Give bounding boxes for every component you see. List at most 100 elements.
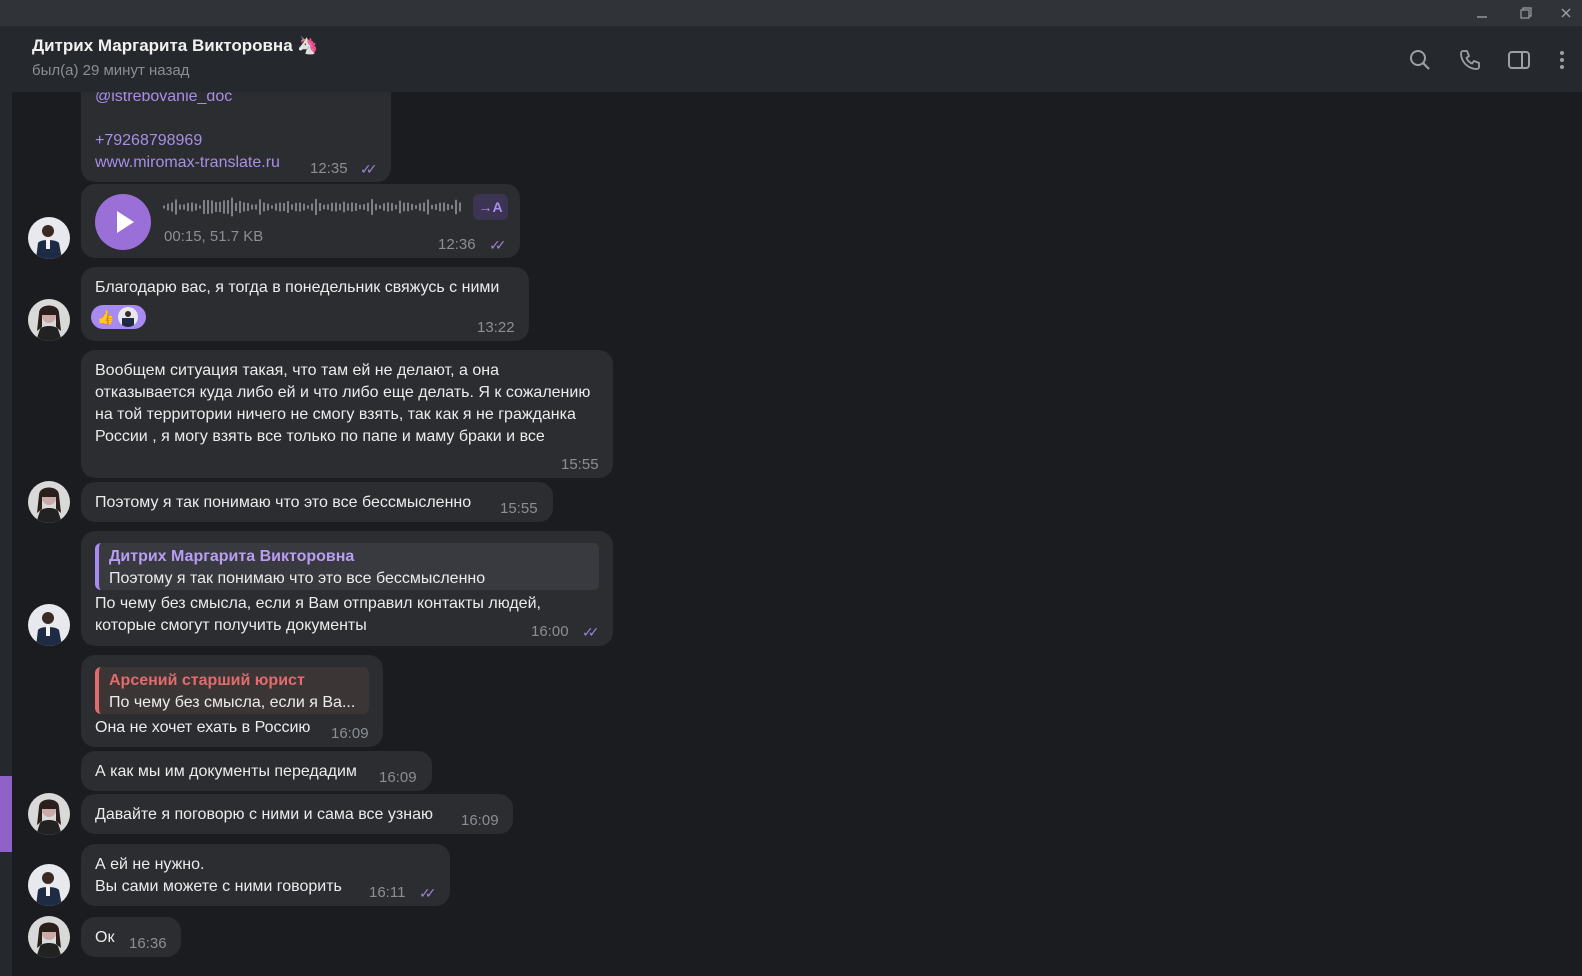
message-contacts[interactable]: @istrebovanie_doc +79268798969 www.mirom… (81, 92, 391, 182)
play-button[interactable] (95, 194, 151, 250)
waveform-bar (395, 204, 397, 210)
window-titlebar (0, 0, 1582, 26)
waveform-bar (259, 199, 261, 215)
waveform-bar (403, 202, 405, 212)
voice-duration: 00:15, 51.7 KB (164, 228, 264, 245)
waveform-bar (191, 202, 193, 212)
avatar-contact[interactable] (28, 299, 70, 341)
waveform-bar (307, 205, 309, 209)
sidebar-active-indicator (0, 776, 12, 852)
waveform-bar (411, 203, 413, 211)
waveform-bar (171, 202, 173, 212)
message-voice[interactable]: 00:15, 51.7 KB →A 12:36 ✓✓ (81, 184, 520, 258)
waveform-bar (347, 203, 349, 211)
quote-text: По чему без смысла, если я Ва... (109, 694, 356, 711)
waveform-bar (203, 200, 205, 214)
message-time: 16:36 (129, 935, 167, 952)
waveform-bar (275, 203, 277, 211)
chat-title-text: Дитрих Маргарита Викторовна (32, 36, 293, 55)
message-incoming[interactable]: Поэтому я так понимаю что это все бессмы… (81, 482, 553, 522)
waveform-bar (163, 205, 165, 209)
waveform-bar (271, 205, 273, 209)
waveform-bar (251, 204, 253, 210)
waveform-bar (263, 202, 265, 212)
waveform-bar (231, 197, 233, 217)
transcribe-button[interactable]: →A (473, 194, 508, 220)
read-ticks-icon: ✓✓ (489, 237, 507, 253)
waveform-bar (195, 203, 197, 211)
waveform-bar (431, 204, 433, 210)
read-ticks-icon: ✓✓ (360, 161, 378, 177)
chat-status: был(а) 29 минут назад (32, 62, 190, 79)
avatar-contact[interactable] (28, 916, 70, 958)
avatar-woman-icon (28, 299, 70, 341)
avatar-sender[interactable] (28, 864, 70, 906)
message-time: 12:35 (310, 160, 348, 177)
waveform-bar (335, 202, 337, 212)
sidebar-toggle-icon[interactable] (1507, 48, 1531, 72)
waveform-bar (355, 203, 357, 211)
waveform-bar (399, 200, 401, 214)
waveform-bar (423, 202, 425, 212)
waveform-bar (339, 203, 341, 211)
waveform-bar (299, 202, 301, 212)
message-time: 16:09 (461, 812, 499, 829)
handle-link[interactable]: @istrebovanie_doc (95, 92, 232, 108)
reply-quote[interactable]: Дитрих Маргарита Викторовна Поэтому я та… (95, 543, 599, 590)
reply-quote[interactable]: Арсений старший юрист По чему без смысла… (95, 667, 369, 714)
waveform-bar (283, 202, 285, 212)
waveform-bar (363, 204, 365, 210)
waveform-bar (383, 203, 385, 211)
avatar-contact[interactable] (28, 481, 70, 523)
waveform-bar (279, 202, 281, 212)
message-outgoing-reply[interactable]: Дитрих Маргарита Викторовна Поэтому я та… (81, 531, 613, 646)
phone-icon[interactable] (1458, 48, 1482, 72)
waveform-bar (435, 204, 437, 210)
waveform-bar (319, 203, 321, 211)
waveform-bar (371, 199, 373, 215)
message-incoming-reply[interactable]: Арсений старший юрист По чему без смысла… (81, 655, 383, 747)
more-icon[interactable] (1554, 48, 1578, 72)
waveform-bar (459, 202, 461, 212)
play-icon (117, 211, 134, 233)
message-incoming[interactable]: Благодарю вас, я тогда в понедельник свя… (81, 267, 529, 341)
thumbs-up-icon: 👍 (97, 309, 115, 325)
waveform-bar (447, 203, 449, 211)
message-incoming[interactable]: Ок 16:36 (81, 917, 181, 957)
waveform-bar (427, 199, 429, 215)
chat-header[interactable]: Дитрих Маргарита Викторовна 🦄 был(а) 29 … (12, 26, 1582, 93)
phone-link[interactable]: +79268798969 (95, 130, 202, 152)
message-incoming[interactable]: А как мы им документы передадим 16:09 (81, 751, 432, 791)
message-outgoing[interactable]: А ей не нужно. Вы сами можете с ними гов… (81, 844, 450, 906)
message-text: А как мы им документы передадим (95, 763, 357, 780)
message-time: 15:55 (500, 500, 538, 517)
restore-icon[interactable] (1506, 0, 1546, 26)
website-link[interactable]: www.miromax-translate.ru (95, 152, 280, 174)
reaction-avatar (118, 307, 139, 327)
waveform-bar (183, 204, 185, 210)
avatar-sender[interactable] (28, 604, 70, 646)
reaction-badge[interactable]: 👍 (91, 305, 146, 329)
message-incoming[interactable]: Вообщем ситуация такая, что там ей не де… (81, 350, 613, 478)
waveform-bar (291, 204, 293, 210)
waveform-bar (295, 202, 297, 212)
message-incoming[interactable]: Давайте я поговорю с ними и сама все узн… (81, 794, 513, 834)
message-text: По чему без смысла, если я Вам отправил … (95, 595, 541, 634)
waveform-bar (315, 199, 317, 215)
avatar-contact[interactable] (28, 793, 70, 835)
avatar-woman-icon (28, 916, 70, 958)
read-ticks-icon: ✓✓ (419, 885, 437, 901)
chat-title[interactable]: Дитрих Маргарита Викторовна 🦄 (32, 36, 319, 56)
waveform-bar (419, 203, 421, 211)
message-list[interactable]: @istrebovanie_doc +79268798969 www.mirom… (12, 92, 1582, 976)
message-time: 12:36 (438, 236, 476, 253)
search-icon[interactable] (1408, 48, 1432, 72)
waveform-bar (239, 200, 241, 214)
close-icon[interactable] (1546, 0, 1582, 26)
voice-waveform[interactable] (163, 196, 463, 218)
avatar-sender[interactable] (28, 217, 70, 259)
message-time: 16:09 (331, 725, 369, 742)
minimize-icon[interactable] (1462, 0, 1502, 26)
waveform-bar (439, 202, 441, 212)
waveform-bar (255, 204, 257, 210)
